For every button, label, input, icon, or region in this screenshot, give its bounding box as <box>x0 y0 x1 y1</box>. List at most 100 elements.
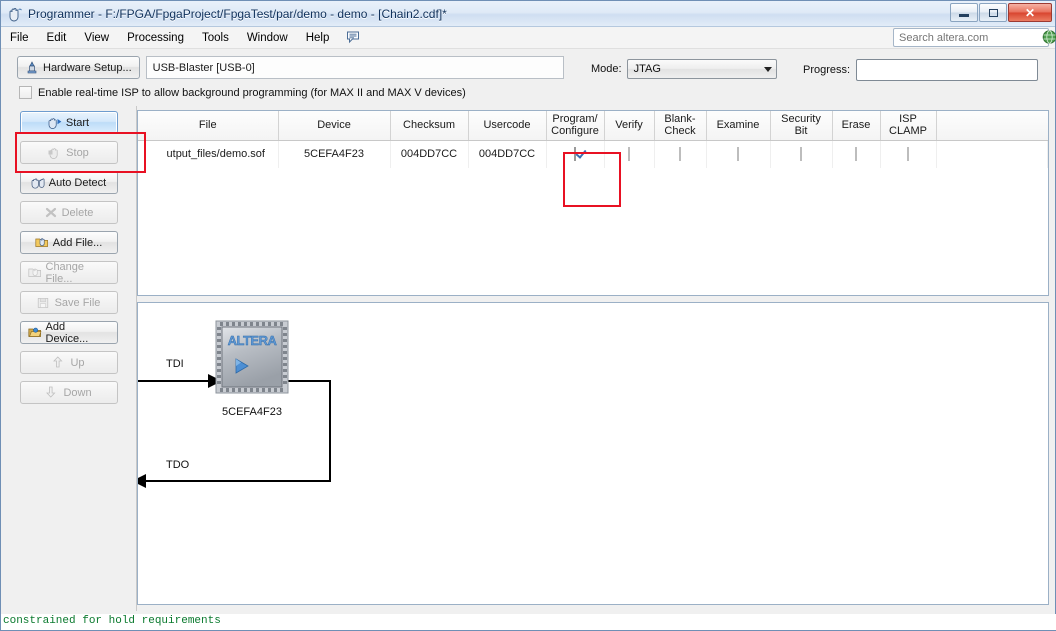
erase-checkbox[interactable] <box>855 147 857 162</box>
column-header-spacer <box>936 111 1048 141</box>
save-file-label: Save File <box>54 296 101 309</box>
cell-isp-clamp[interactable] <box>880 140 937 168</box>
column-header-usercode[interactable]: Usercode <box>468 111 547 141</box>
altera-chip-icon: ALTERA <box>215 320 289 394</box>
search-box[interactable] <box>893 28 1056 47</box>
column-header-program-configure[interactable]: Program/ Configure <box>546 111 605 141</box>
cell-blank-check[interactable] <box>654 140 707 168</box>
column-header-blank-check[interactable]: Blank- Check <box>654 111 707 141</box>
auto-detect-label: Auto Detect <box>48 176 107 189</box>
cell-spacer <box>936 140 1048 168</box>
hand-wave-icon <box>6 5 24 23</box>
window-title: Programmer - F:/FPGA/FpgaProject/FpgaTes… <box>28 6 447 21</box>
isp-label: Enable real-time ISP to allow background… <box>38 86 466 99</box>
column-header-examine[interactable]: Examine <box>706 111 771 141</box>
arrow-up-icon <box>52 356 66 369</box>
stop-icon <box>48 146 62 159</box>
add-file-icon <box>35 236 49 249</box>
column-header-security-bit[interactable]: Security Bit <box>770 111 833 141</box>
add-file-button[interactable]: Add File... <box>19 231 118 254</box>
status-strip: constrained for hold requirements <box>1 614 1056 630</box>
cell-examine[interactable] <box>706 140 771 168</box>
hardware-setup-label: Hardware Setup... <box>43 61 132 74</box>
cell-device: 5CEFA4F23 <box>278 140 391 168</box>
close-button[interactable]: ✕ <box>1008 3 1052 22</box>
hardware-icon <box>25 61 39 74</box>
cell-usercode: 004DD7CC <box>468 140 547 168</box>
mode-value: JTAG <box>633 63 661 75</box>
move-up-label: Up <box>70 356 85 369</box>
hardware-value-field[interactable]: USB-Blaster [USB-0] <box>145 56 564 79</box>
add-device-label: Add Device... <box>45 320 89 345</box>
add-device-button[interactable]: Add Device... <box>19 320 118 345</box>
start-button[interactable]: Start <box>19 111 118 134</box>
change-file-icon <box>27 266 42 279</box>
menu-item-file[interactable]: File <box>1 29 38 47</box>
cell-erase[interactable] <box>832 140 881 168</box>
examine-checkbox[interactable] <box>737 147 739 162</box>
mode-select[interactable]: JTAG <box>626 59 777 79</box>
blank-check-checkbox[interactable] <box>679 147 681 162</box>
delete-label: Delete <box>61 206 94 219</box>
auto-detect-button[interactable]: Auto Detect <box>19 171 118 194</box>
svg-text:ALTERA: ALTERA <box>228 333 278 348</box>
menu-item-window[interactable]: Window <box>238 29 297 47</box>
move-down-label: Down <box>63 386 92 399</box>
cell-program-configure[interactable] <box>546 140 605 168</box>
programming-table-pane: File Device Checksum Usercode Program/ C… <box>137 110 1049 296</box>
arrow-down-icon <box>45 386 59 399</box>
minimize-button[interactable] <box>950 3 978 22</box>
isp-clamp-checkbox[interactable] <box>907 147 909 162</box>
column-header-file[interactable]: File <box>138 111 279 141</box>
menu-item-help[interactable]: Help <box>297 29 339 47</box>
stop-button: Stop <box>19 141 118 164</box>
save-file-button: Save File <box>19 291 118 314</box>
column-header-isp-clamp[interactable]: ISP CLAMP <box>880 111 937 141</box>
progress-label: Progress: <box>803 64 851 76</box>
delete-button: Delete <box>19 201 118 224</box>
globe-icon[interactable] <box>1041 29 1056 46</box>
table-row[interactable]: utput_files/demo.sof 5CEFA4F23 004DD7CC … <box>138 140 1048 168</box>
tdi-label: TDI <box>166 358 184 370</box>
hardware-value-text: USB-Blaster [USB-0] <box>152 61 255 74</box>
start-icon <box>48 116 62 129</box>
menu-item-tools[interactable]: Tools <box>193 29 238 47</box>
security-bit-checkbox[interactable] <box>800 147 802 162</box>
mode-label: Mode: <box>591 63 622 75</box>
column-header-device[interactable]: Device <box>278 111 391 141</box>
column-header-verify[interactable]: Verify <box>604 111 655 141</box>
close-icon: ✕ <box>1024 5 1036 20</box>
menu-item-view[interactable]: View <box>75 29 118 47</box>
move-down-button: Down <box>19 381 118 404</box>
menu-bar: File Edit View Processing Tools Window H… <box>1 27 1056 49</box>
cell-file[interactable]: utput_files/demo.sof <box>138 140 279 168</box>
change-file-button: Change File... <box>19 260 118 285</box>
hardware-setup-button[interactable]: Hardware Setup... <box>17 56 140 79</box>
cell-verify[interactable] <box>604 140 655 168</box>
progress-bar <box>856 59 1039 81</box>
table-header-row: File Device Checksum Usercode Program/ C… <box>138 111 1048 141</box>
chevron-down-icon <box>763 66 772 72</box>
change-file-label: Change File... <box>45 260 85 285</box>
programming-table: File Device Checksum Usercode Program/ C… <box>138 111 1048 168</box>
program-configure-checkbox[interactable] <box>574 147 576 162</box>
speech-bubble-icon[interactable] <box>344 29 364 47</box>
column-header-checksum[interactable]: Checksum <box>390 111 469 141</box>
progress-group: Progress: <box>803 59 1039 81</box>
chain-device-label: 5CEFA4F23 <box>222 406 282 418</box>
verify-checkbox[interactable] <box>628 147 630 162</box>
isp-checkbox[interactable] <box>19 86 32 99</box>
search-input[interactable] <box>894 31 1041 44</box>
column-header-erase[interactable]: Erase <box>832 111 881 141</box>
menu-item-edit[interactable]: Edit <box>38 29 76 47</box>
menu-item-processing[interactable]: Processing <box>118 29 193 47</box>
status-message: constrained for hold requirements <box>3 615 221 627</box>
body-area: Start Stop Auto Detect Delete Add File..… <box>1 106 1055 611</box>
delete-icon <box>44 206 58 219</box>
cell-security-bit[interactable] <box>770 140 833 168</box>
window-controls: ✕ <box>950 3 1052 22</box>
add-file-label: Add File... <box>52 236 103 249</box>
maximize-button[interactable] <box>979 3 1007 22</box>
move-up-button: Up <box>19 351 118 374</box>
isp-row: Enable real-time ISP to allow background… <box>1 86 1055 99</box>
